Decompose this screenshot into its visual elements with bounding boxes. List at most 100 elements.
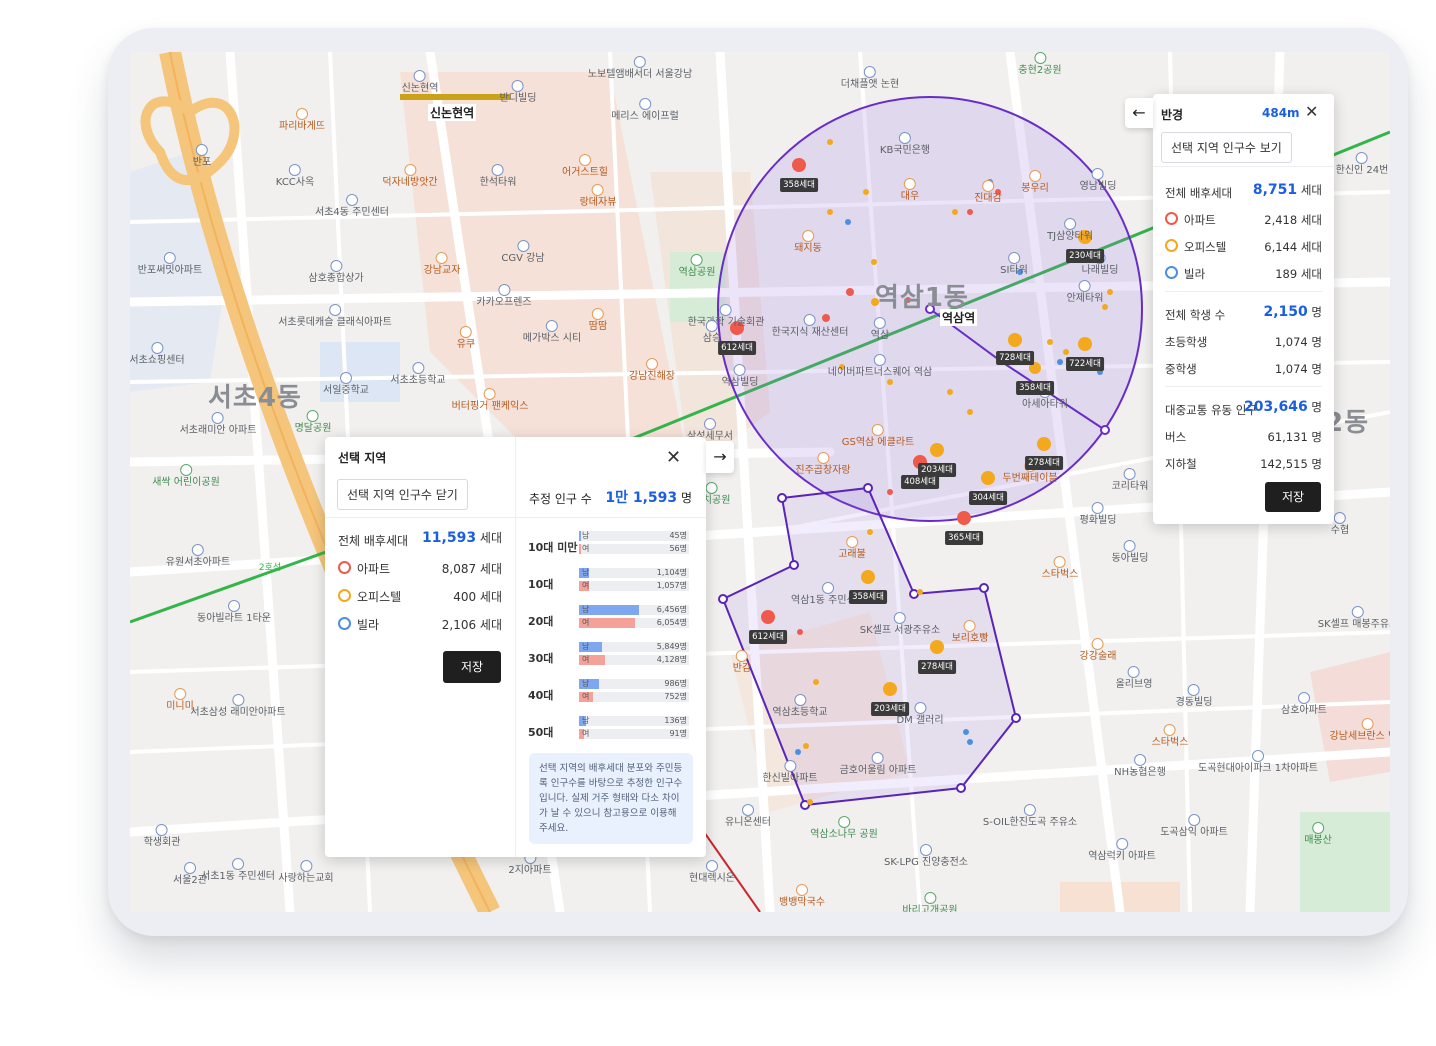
poi-marker[interactable]: 돼지동: [794, 230, 822, 255]
poi-marker[interactable]: 고래불: [838, 536, 866, 561]
household-count-tag[interactable]: 230세대: [1066, 249, 1104, 263]
close-population-button[interactable]: 선택 지역 인구수 닫기: [337, 479, 468, 510]
poi-marker[interactable]: SI타워: [1000, 252, 1028, 277]
poi-marker[interactable]: 서초1동 주민센터: [201, 858, 275, 883]
officetel-marker[interactable]: [827, 209, 833, 215]
poi-marker[interactable]: 반포써밋아파트: [138, 252, 202, 277]
officetel-marker[interactable]: [930, 640, 944, 654]
poi-marker[interactable]: 한국과학 기술회관: [688, 304, 764, 329]
poi-marker[interactable]: 노보텔앰배서더 서울강남: [588, 56, 692, 81]
poi-marker[interactable]: 경동빌딩: [1176, 684, 1212, 709]
poi-marker[interactable]: 더채플앳 논현: [841, 66, 899, 91]
household-count-tag[interactable]: 358세대: [780, 178, 818, 192]
poi-marker[interactable]: 도곡삼익 아파트: [1160, 814, 1228, 839]
poi-marker[interactable]: 메가박스 시티: [523, 320, 581, 345]
poi-marker[interactable]: 명달공원: [295, 410, 331, 435]
poi-marker[interactable]: 스타벅스: [1152, 724, 1188, 749]
poi-marker[interactable]: 서일중학교: [323, 372, 369, 397]
villa-marker[interactable]: [963, 729, 969, 735]
apartment-marker[interactable]: [846, 288, 854, 296]
poi-marker[interactable]: 금호어울림 아파트: [840, 752, 916, 777]
poi-marker[interactable]: 버터핑거 팬케익스: [452, 388, 528, 413]
save-button[interactable]: 저장: [1265, 482, 1321, 512]
poi-marker[interactable]: NH농협은행: [1114, 754, 1166, 779]
villa-marker[interactable]: [845, 219, 851, 225]
poi-marker[interactable]: SK-LPG 진양충전소: [884, 844, 968, 869]
officetel-marker[interactable]: [1063, 349, 1069, 355]
officetel-marker[interactable]: [1107, 289, 1113, 295]
close-icon[interactable]: ✕: [1305, 102, 1318, 121]
poi-marker[interactable]: 역삼공원: [679, 254, 715, 279]
household-count-tag[interactable]: 612세대: [718, 341, 756, 355]
officetel-marker[interactable]: [813, 679, 819, 685]
poi-marker[interactable]: 평화빌딩: [1080, 502, 1116, 527]
poi-marker[interactable]: 역삼럭키 아파트: [1088, 838, 1156, 863]
poi-marker[interactable]: 현대렉시온: [689, 860, 735, 885]
officetel-marker[interactable]: [947, 389, 953, 395]
officetel-marker[interactable]: [1078, 337, 1092, 351]
poi-marker[interactable]: 랑데자뷰: [580, 184, 616, 209]
poi-marker[interactable]: 진주곱창자랑: [795, 452, 851, 477]
household-count-tag[interactable]: 722세대: [1066, 357, 1104, 371]
radius-value[interactable]: 484m: [1262, 106, 1300, 120]
poi-marker[interactable]: 충현2공원: [1018, 52, 1062, 77]
poi-marker[interactable]: 한신인 24번: [1336, 152, 1388, 177]
poi-marker[interactable]: 덕자네방앗간: [382, 164, 438, 189]
poi-marker[interactable]: 매봉산: [1304, 822, 1332, 847]
poi-marker[interactable]: S-OIL한진도곡 주유소: [983, 804, 1077, 829]
household-count-tag[interactable]: 304세대: [969, 491, 1007, 505]
officetel-marker[interactable]: [981, 471, 995, 485]
officetel-marker[interactable]: [967, 409, 973, 415]
household-count-tag[interactable]: 203세대: [871, 702, 909, 716]
villa-marker[interactable]: [1057, 359, 1063, 365]
poi-marker[interactable]: 반감: [733, 650, 751, 675]
poi-marker[interactable]: 바리고개공원: [902, 892, 958, 912]
poi-marker[interactable]: 서초삼성 래미안아파트: [190, 694, 286, 719]
poi-marker[interactable]: CGV 강남: [501, 240, 545, 265]
poi-marker[interactable]: 신논현역: [402, 70, 438, 95]
villa-marker[interactable]: [967, 739, 973, 745]
officetel-marker[interactable]: [803, 743, 809, 749]
poi-marker[interactable]: 삼호아파트: [1281, 692, 1327, 717]
poi-marker[interactable]: 파리바게뜨: [279, 108, 325, 133]
close-icon[interactable]: ✕: [666, 447, 681, 468]
poi-marker[interactable]: 역삼소나무 공원: [810, 816, 878, 841]
poi-marker[interactable]: KCC사옥: [276, 164, 314, 189]
poi-marker[interactable]: 유쿠: [457, 326, 475, 351]
poi-marker[interactable]: 새싹 어린이공원: [152, 464, 220, 489]
poi-marker[interactable]: 강남세브란스 병원: [1330, 718, 1390, 743]
arrow-right-icon[interactable]: →: [706, 441, 734, 473]
poi-marker[interactable]: 유니온센터: [725, 804, 771, 829]
officetel-marker[interactable]: [917, 589, 923, 595]
officetel-marker[interactable]: [807, 799, 813, 805]
poi-marker[interactable]: 서초롯데캐슬 클래식아파트: [278, 304, 392, 329]
household-count-tag[interactable]: 408세대: [901, 475, 939, 489]
officetel-marker[interactable]: [952, 209, 958, 215]
poi-marker[interactable]: 서울2관: [173, 862, 207, 887]
poi-marker[interactable]: 반포: [193, 144, 211, 169]
poi-marker[interactable]: 땀땀: [589, 308, 607, 333]
poi-marker[interactable]: 뱅뱅막국수: [779, 884, 825, 909]
poi-marker[interactable]: 카카오프렌즈: [476, 284, 532, 309]
poi-marker[interactable]: 반디빌딩: [500, 80, 536, 105]
poi-marker[interactable]: 학생회관: [144, 824, 180, 849]
household-count-tag[interactable]: 278세대: [1025, 456, 1063, 470]
officetel-marker[interactable]: [887, 379, 893, 385]
poi-marker[interactable]: 역삼초등학교: [772, 694, 828, 719]
poi-marker[interactable]: 강남교자: [424, 252, 460, 277]
poi-marker[interactable]: 동아빌딩: [1112, 540, 1148, 565]
poi-marker[interactable]: 역삼: [871, 317, 889, 342]
poi-marker[interactable]: 동아빌라트 1타운: [197, 600, 271, 625]
poi-marker[interactable]: 서초쇼핑센터: [130, 342, 185, 367]
poi-marker[interactable]: 네이버파트너스퀘어 역삼: [828, 354, 932, 379]
officetel-marker[interactable]: [1008, 333, 1022, 347]
officetel-marker[interactable]: [1037, 437, 1051, 451]
poi-marker[interactable]: KB국민은행: [880, 132, 930, 157]
officetel-marker[interactable]: [827, 139, 833, 145]
apartment-marker[interactable]: [967, 209, 973, 215]
poi-marker[interactable]: 봉우리: [1021, 170, 1049, 195]
poi-marker[interactable]: GS역삼 에클라트: [842, 424, 914, 449]
station-label-yeoksam[interactable]: 역삼역: [940, 309, 978, 326]
poi-marker[interactable]: 도곡현대아이파크 1차아파트: [1198, 750, 1318, 775]
poi-marker[interactable]: 강남진해장: [629, 358, 675, 383]
